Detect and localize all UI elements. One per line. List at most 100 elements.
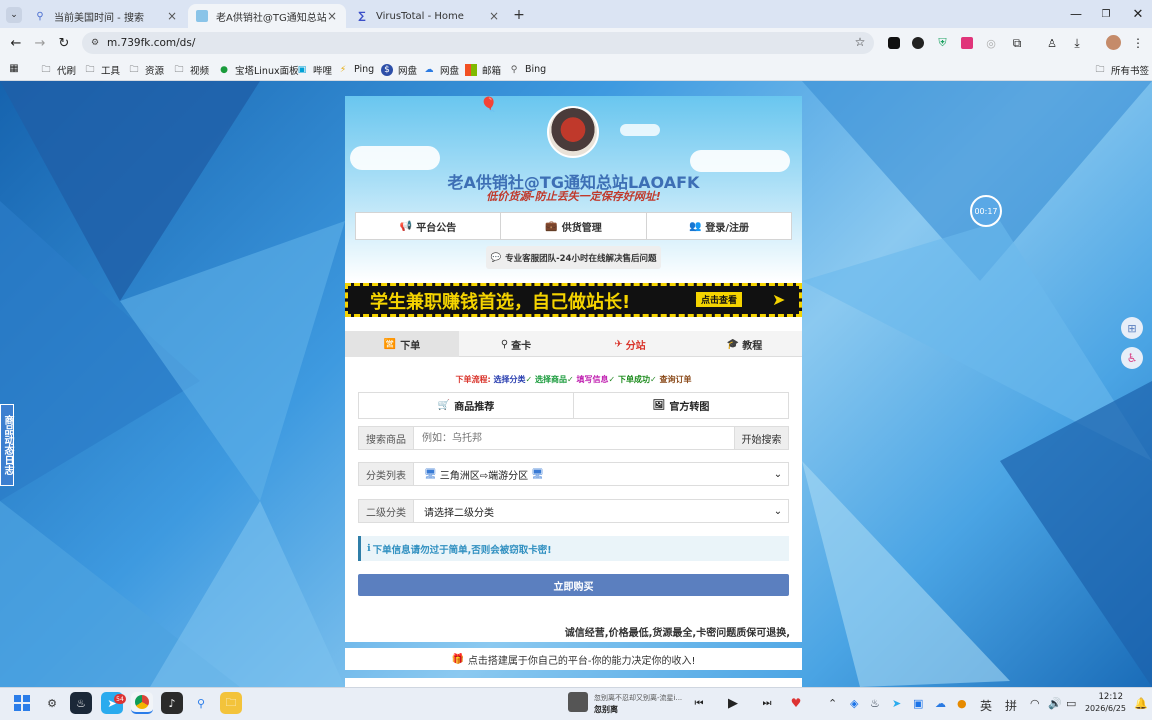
heart-icon[interactable]: ♥ (789, 696, 803, 710)
megaphone-icon: 📢 (399, 220, 413, 232)
tab-search-chevron-icon[interactable]: ⌄ (6, 7, 22, 23)
side-log-tab[interactable]: 商品动态日志 (0, 404, 14, 486)
subcategory-label: 二级分类 (359, 500, 414, 522)
tab-active-site[interactable]: 老A供销社@TG通知总站LAOA × (188, 4, 346, 28)
ping-icon: ⚡ (339, 64, 347, 75)
address-bar[interactable] (82, 32, 874, 54)
clock-time[interactable]: 12:12 (1085, 692, 1124, 702)
avatar[interactable] (1106, 35, 1121, 50)
bookmark-item[interactable]: 🗀 视频 (173, 62, 209, 77)
category-select[interactable]: 🖥 三角洲区⇨端游分区 🖥 (414, 463, 768, 485)
menu-icon[interactable]: ⋮ (1132, 35, 1144, 50)
all-bookmarks[interactable]: 🗀 所有书签 (1094, 62, 1149, 77)
bookmark-item[interactable]: 🗀 资源 (128, 62, 164, 77)
next-track-icon[interactable]: ⏭ (760, 696, 774, 710)
puzzle-extensions-icon[interactable]: ⧉ (1010, 36, 1024, 50)
tray-app-icon[interactable]: ● (957, 697, 967, 710)
bookmark-item[interactable]: $ 网盘 (381, 62, 417, 77)
support-pill[interactable]: 💬 专业客服团队-24小时在线解决售后问题 (486, 246, 661, 269)
official-image-button[interactable]: 🖼 官方转图 (573, 392, 789, 419)
file-explorer-icon[interactable]: 🗀 (220, 692, 242, 714)
tray-chevron-icon[interactable]: ⌃ (828, 697, 837, 710)
tab-order[interactable]: 🈺 下单 (345, 331, 459, 357)
site-subtitle: 低价货源-防止丢失一定保存好网址! (486, 190, 661, 203)
float-grid-icon[interactable]: ⊞ (1121, 317, 1143, 339)
tab-search[interactable]: ⚲ 当前美国时间 - 搜索 × (26, 4, 186, 28)
reload-icon[interactable]: ↻ (56, 35, 72, 51)
wifi-icon[interactable]: ◠ (1030, 697, 1040, 710)
site-logo-avatar (547, 106, 599, 158)
tray-telegram-icon[interactable]: ➤ (892, 697, 901, 710)
tab-check-card[interactable]: ⚲ 查卡 (459, 331, 573, 357)
ime-english[interactable]: 英 (980, 697, 992, 714)
tray-app-icon[interactable]: ☁ (935, 697, 946, 710)
bookmark-star-icon[interactable]: ☆ (853, 35, 867, 49)
tray-app-icon[interactable]: ▣ (913, 697, 923, 710)
tray-app-icon[interactable]: ◈ (850, 697, 858, 710)
banner-view-button[interactable]: 点击查看 (696, 292, 742, 307)
bookmark-item[interactable]: 🗀 工具 (84, 62, 120, 77)
forward-icon[interactable]: → (32, 35, 48, 51)
back-icon[interactable]: ← (8, 35, 24, 51)
bookmark-item[interactable]: ● 宝塔Linux面板 (218, 62, 299, 77)
translate-extension-icon[interactable]: ◎ (985, 37, 997, 50)
app-icon[interactable]: ♪ (161, 692, 183, 714)
subcategory-row: 二级分类 请选择二级分类 ⌄ (358, 499, 789, 523)
download-icon[interactable]: ⤓ (1070, 36, 1084, 50)
folder-icon: 🗀 (129, 64, 139, 75)
notification-bell-icon[interactable]: 🔔 (1134, 697, 1148, 710)
build-site-link[interactable]: 🎁 点击搭建属于你自己的平台-你的能力决定你的收入! (345, 648, 802, 670)
close-icon[interactable]: × (488, 9, 500, 23)
supply-manage-button[interactable]: 💼 供货管理 (500, 212, 647, 240)
tab-tutorial[interactable]: 🎓 教程 (687, 331, 802, 357)
play-icon[interactable]: ▶ (723, 693, 743, 713)
login-register-button[interactable]: 👥 登录/注册 (646, 212, 792, 240)
url-text[interactable]: m.739fk.com/ds/ (107, 37, 195, 49)
search-input[interactable] (414, 427, 734, 449)
bookmark-item[interactable]: ▣ 哔哩 (296, 62, 332, 77)
app-icon[interactable]: ⚙ (41, 692, 63, 714)
window-close-icon[interactable]: ✕ (1128, 6, 1148, 22)
extension-icon[interactable] (912, 37, 924, 49)
recommend-button[interactable]: 🛒 商品推荐 (358, 392, 574, 419)
tab-substation[interactable]: ✈ 分站 (573, 331, 687, 357)
bookmark-item[interactable]: 🗀 代刷 (40, 62, 76, 77)
profile-switch-icon[interactable]: ♙ (1045, 36, 1059, 50)
tray-steam-icon[interactable]: ♨ (870, 697, 880, 710)
buy-button[interactable]: 立即购买 (358, 574, 789, 596)
extension-icon[interactable] (888, 37, 900, 49)
bookmark-item[interactable]: 邮箱 (465, 62, 501, 77)
users-icon: 👥 (688, 220, 702, 232)
search-icon: ⚲ (500, 338, 509, 350)
tab-virustotal[interactable]: ∑ VirusTotal - Home × (348, 4, 508, 28)
announcement-button[interactable]: 📢 平台公告 (355, 212, 501, 240)
ime-pinyin[interactable]: 拼 (1005, 697, 1017, 714)
close-icon[interactable]: × (326, 9, 338, 23)
previous-track-icon[interactable]: ⏮ (692, 696, 706, 710)
search-button[interactable]: 开始搜索 (734, 427, 788, 449)
bookmark-item[interactable]: ⚡ Ping (337, 62, 374, 77)
new-tab-button[interactable]: + (511, 7, 527, 23)
volume-icon[interactable]: 🔊 (1048, 697, 1062, 710)
notice-alert: ℹ 下单信息请勿过于简单,否则会被窃取卡密! (358, 536, 789, 561)
search-app-icon[interactable]: ⚲ (190, 692, 212, 714)
slogan-text: 诚信经营,价格最低,货源最全,卡密问题质保可退换, (564, 628, 790, 639)
clock-date[interactable]: 2026/6/25 (1078, 704, 1126, 713)
bookmark-item[interactable]: ⚲ Bing (508, 62, 547, 77)
close-icon[interactable]: × (166, 9, 178, 23)
start-icon[interactable] (11, 692, 33, 714)
timer-bubble[interactable]: 00:17 (970, 195, 1002, 227)
extension-icon[interactable] (961, 37, 973, 49)
subcategory-select[interactable]: 请选择二级分类 (414, 500, 768, 522)
minimize-icon[interactable]: — (1066, 6, 1086, 22)
steam-icon[interactable]: ♨ (70, 692, 92, 714)
battery-icon[interactable]: ▭ (1066, 697, 1076, 710)
chrome-icon[interactable] (131, 692, 153, 714)
float-accessibility-icon[interactable]: ♿ (1121, 347, 1143, 369)
shield-extension-icon[interactable]: ⛨ (936, 36, 949, 49)
tab-title: 当前美国时间 - 搜索 (54, 12, 144, 24)
bookmark-item[interactable]: ☁ 网盘 (423, 62, 460, 77)
apps-grid-icon[interactable]: ▦ (8, 62, 20, 74)
maximize-icon[interactable]: ❐ (1096, 6, 1116, 22)
site-info-icon[interactable]: ⚙ (88, 36, 102, 50)
